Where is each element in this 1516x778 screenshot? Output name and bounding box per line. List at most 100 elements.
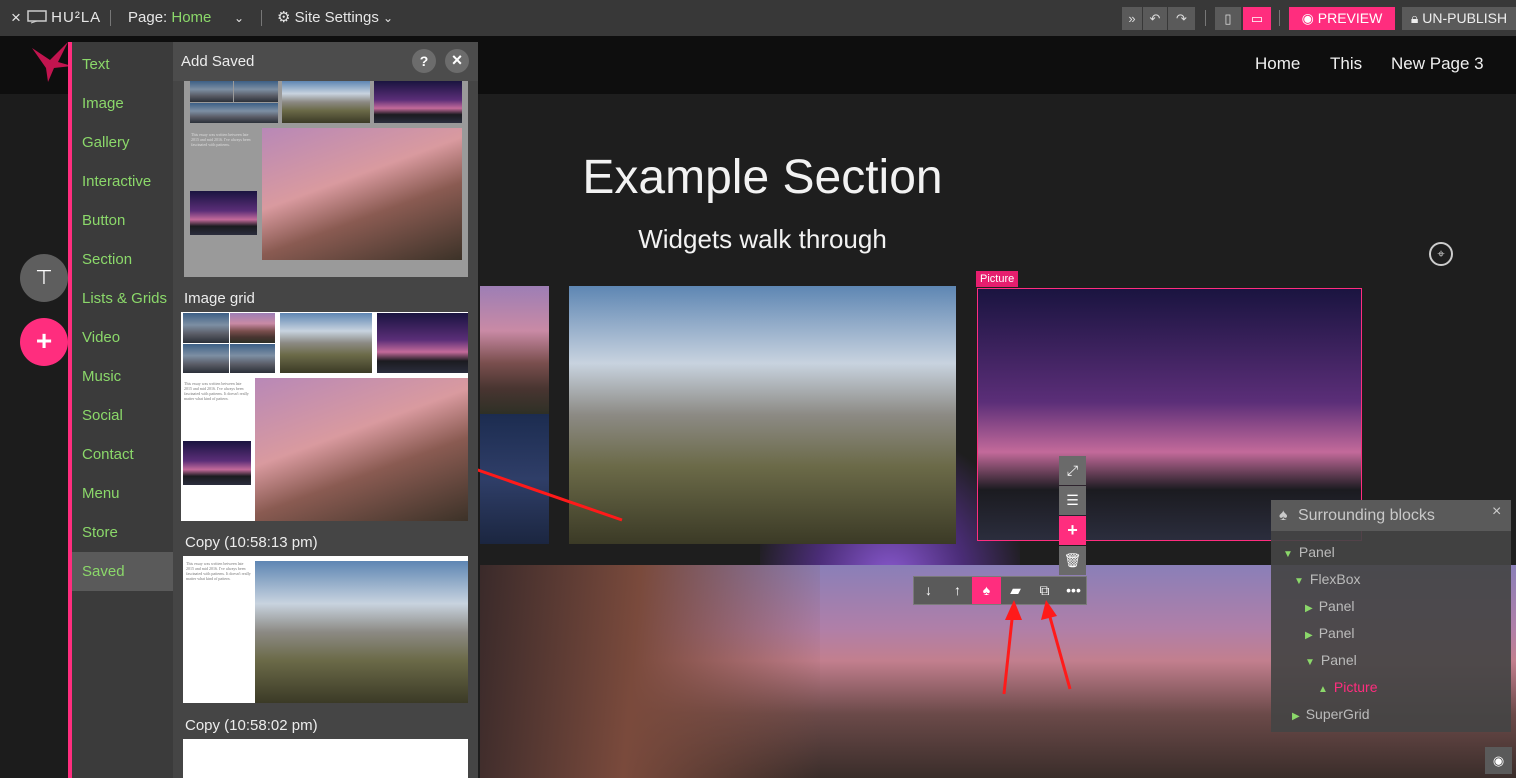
close-button[interactable]: × bbox=[445, 49, 469, 73]
editor-toolbar: × HU²LA Page: Home ⌄ ⚙ Site Settings ⌄ »… bbox=[0, 0, 1516, 36]
preview-image bbox=[377, 313, 468, 373]
hubla-logo: HU²LA bbox=[27, 0, 101, 36]
widget-image[interactable]: Image bbox=[72, 84, 173, 123]
preview-text: This essay was written between late 2015… bbox=[181, 378, 253, 440]
preview-image bbox=[282, 81, 370, 123]
saved-panel-title: Add Saved bbox=[181, 53, 255, 70]
widget-interactive[interactable]: Interactive bbox=[72, 162, 173, 201]
preview-image bbox=[183, 441, 251, 485]
widget-music[interactable]: Music bbox=[72, 357, 173, 396]
surrounding-blocks-header: ♠ Surrounding blocks bbox=[1271, 500, 1511, 531]
preview-button[interactable]: ◉ PREVIEW bbox=[1289, 7, 1395, 30]
section-subheading[interactable]: Widgets walk through bbox=[480, 224, 1045, 255]
caret-down-icon: ▼ bbox=[1283, 549, 1293, 560]
tree-node-label: FlexBox bbox=[1309, 571, 1361, 587]
surrounding-blocks-title: Surrounding blocks bbox=[1297, 507, 1435, 524]
widget-menu[interactable]: Menu bbox=[72, 474, 173, 513]
gear-icon: ⚙ bbox=[277, 9, 291, 26]
tree-node-label: Panel bbox=[1318, 598, 1355, 614]
unpublish-button[interactable]: 🔒︎ UN-PUBLISH bbox=[1402, 7, 1516, 30]
sitemap-icon[interactable]: ⊤ bbox=[20, 254, 68, 302]
tree-node-label: Panel bbox=[1320, 652, 1357, 668]
saved-item-image-grid[interactable]: This essay was written between late 2015… bbox=[181, 312, 468, 521]
tree-node-label: Panel bbox=[1318, 625, 1355, 641]
nav-link-home[interactable]: Home bbox=[1255, 54, 1300, 74]
widget-contact[interactable]: Contact bbox=[72, 435, 173, 474]
tree-node-supergrid[interactable]: ▶ SuperGrid bbox=[1292, 706, 1370, 722]
site-settings-menu[interactable]: ⚙ Site Settings ⌄ bbox=[277, 0, 393, 36]
preview-image bbox=[374, 81, 462, 123]
page-dropdown-icon[interactable]: ⌄ bbox=[234, 0, 244, 36]
nav-link-this[interactable]: This bbox=[1330, 54, 1362, 74]
toolbar-divider bbox=[261, 10, 262, 26]
saved-item-copy-2[interactable] bbox=[183, 739, 468, 778]
help-button[interactable]: ? bbox=[412, 49, 436, 73]
close-icon[interactable]: × bbox=[1492, 503, 1501, 521]
tree-node-panel[interactable]: ▶ Panel bbox=[1305, 598, 1355, 614]
toolbar-divider bbox=[1279, 10, 1280, 26]
widget-lists-grids[interactable]: Lists & Grids bbox=[72, 279, 173, 318]
tree-icon: ♠ bbox=[1279, 507, 1288, 524]
collapse-icon[interactable]: » bbox=[1122, 7, 1142, 30]
toolbar-divider bbox=[110, 10, 111, 26]
eye-icon: ◉ bbox=[1301, 10, 1314, 26]
page-selector[interactable]: Page: Home bbox=[128, 0, 211, 36]
page-label: Page: bbox=[128, 9, 168, 26]
tree-node-label: SuperGrid bbox=[1305, 706, 1370, 722]
tree-node-label: Panel bbox=[1298, 544, 1335, 560]
widget-store[interactable]: Store bbox=[72, 513, 173, 552]
monitor-logo-icon bbox=[27, 9, 47, 24]
preview-image bbox=[280, 313, 372, 373]
widget-social[interactable]: Social bbox=[72, 396, 173, 435]
lock-icon: 🔒︎ bbox=[1410, 10, 1419, 26]
widget-video[interactable]: Video bbox=[72, 318, 173, 357]
preview-image bbox=[190, 103, 278, 123]
caret-down-icon: ▼ bbox=[1294, 576, 1304, 587]
undo-icon[interactable]: ↶ bbox=[1143, 7, 1167, 30]
preview-image bbox=[230, 313, 275, 343]
preview-image bbox=[262, 128, 462, 260]
preview-label: PREVIEW bbox=[1317, 10, 1383, 26]
chevron-down-icon: ⌄ bbox=[383, 11, 394, 25]
logo-text: HU²LA bbox=[51, 9, 102, 26]
section-heading[interactable]: Example Section bbox=[480, 150, 1045, 205]
preview-image bbox=[234, 81, 278, 102]
caret-up-icon: ▲ bbox=[1318, 684, 1328, 695]
toolbar-divider bbox=[1205, 10, 1206, 26]
widget-section[interactable]: Section bbox=[72, 240, 173, 279]
tree-node-flexbox[interactable]: ▼ FlexBox bbox=[1294, 571, 1360, 587]
redo-icon[interactable]: ↷ bbox=[1168, 7, 1195, 30]
surrounding-blocks-panel bbox=[1271, 500, 1511, 732]
saved-item-copy-1[interactable]: This essay was written between late 2015… bbox=[183, 556, 468, 703]
tree-node-panel[interactable]: ▶ Panel bbox=[1305, 625, 1355, 641]
site-settings-label: Site Settings bbox=[294, 9, 379, 26]
caret-right-icon: ▶ bbox=[1305, 603, 1313, 614]
add-widget-button[interactable]: + bbox=[20, 318, 68, 366]
mobile-view-icon[interactable]: ▯ bbox=[1215, 7, 1241, 30]
annotation-arrows bbox=[410, 444, 1072, 695]
widget-saved[interactable]: Saved bbox=[72, 552, 173, 591]
preview-image bbox=[190, 191, 257, 235]
saved-item-label: Copy (10:58:13 pm) bbox=[185, 534, 318, 551]
close-editor-button[interactable]: × bbox=[11, 0, 21, 36]
widget-text[interactable]: Text bbox=[72, 45, 173, 84]
widget-button[interactable]: Button bbox=[72, 201, 173, 240]
tree-node-panel[interactable]: ▼ Panel bbox=[1283, 544, 1335, 560]
preview-image bbox=[183, 344, 229, 373]
unpublish-label: UN-PUBLISH bbox=[1422, 10, 1508, 26]
compass-icon[interactable]: ⌖ bbox=[1429, 242, 1453, 266]
grid-image-left-top[interactable] bbox=[480, 286, 549, 414]
desktop-view-icon[interactable]: ▭ bbox=[1243, 7, 1271, 30]
tree-node-picture[interactable]: ▲ Picture bbox=[1318, 679, 1377, 695]
eye-icon[interactable]: ◉ bbox=[1485, 747, 1512, 774]
page-name: Home bbox=[171, 9, 212, 26]
selected-block-tag: Picture bbox=[976, 271, 1019, 287]
preview-image bbox=[190, 81, 233, 102]
saved-item-preview[interactable]: This essay was written between late 2015… bbox=[184, 81, 468, 277]
preview-text: This essay was written between late 2015… bbox=[188, 129, 260, 189]
caret-right-icon: ▶ bbox=[1305, 630, 1313, 641]
nav-link-new-page-3[interactable]: New Page 3 bbox=[1391, 54, 1484, 74]
tree-node-panel[interactable]: ▼ Panel bbox=[1305, 652, 1357, 668]
widget-gallery[interactable]: Gallery bbox=[72, 123, 173, 162]
caret-right-icon: ▶ bbox=[1292, 711, 1300, 722]
